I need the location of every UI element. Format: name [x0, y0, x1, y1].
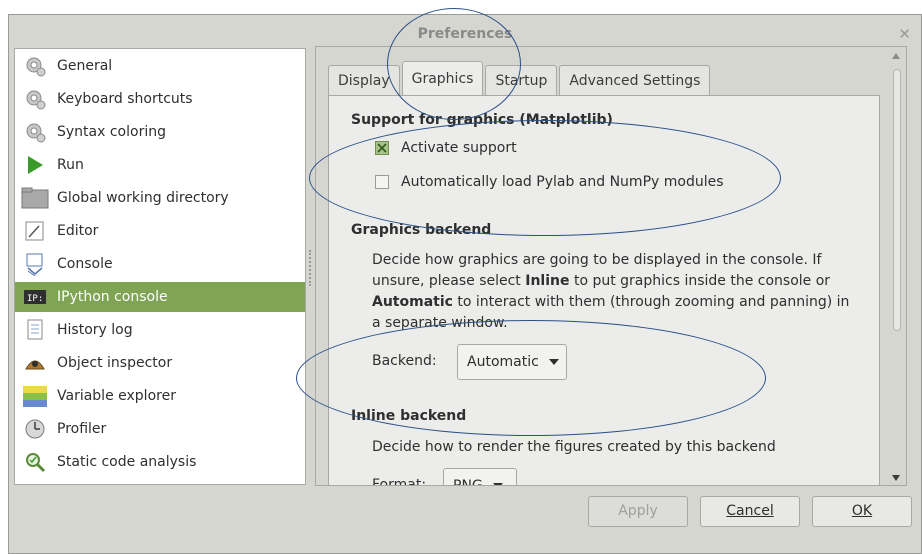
autoload-label: Automatically load Pylab and NumPy modul…	[401, 174, 724, 190]
ipython-icon: IP:	[21, 285, 49, 309]
gear-icon	[21, 54, 49, 78]
backend-desc-automatic: Automatic	[372, 294, 453, 310]
tab-bar: Display Graphics Startup Advanced Settin…	[328, 61, 712, 95]
sidebar-item-keyboard-shortcuts[interactable]: Keyboard shortcuts	[15, 84, 305, 114]
scroll-thumb[interactable]	[893, 69, 901, 331]
gear-icon	[21, 87, 49, 111]
ok-button-label: OK	[851, 503, 873, 519]
backend-heading: Graphics backend	[351, 222, 492, 238]
sidebar-item-label: History log	[57, 322, 133, 338]
sidebar-item-label: Keyboard shortcuts	[57, 91, 193, 107]
sidebar-item-ipython-console[interactable]: IP: IPython console	[15, 282, 305, 312]
format-select-value: PNG	[453, 478, 483, 486]
activate-support-checkbox[interactable]	[375, 141, 389, 155]
format-select[interactable]: PNG	[443, 468, 517, 486]
tab-advanced-settings[interactable]: Advanced Settings	[559, 65, 711, 95]
backend-description: Decide how graphics are going to be disp…	[372, 250, 862, 334]
tab-display[interactable]: Display	[328, 65, 400, 95]
sidebar-item-label: Static code analysis	[57, 454, 197, 470]
sidebar-item-profiler[interactable]: Profiler	[15, 414, 305, 444]
backend-desc-part: to put graphics inside the console or	[569, 273, 831, 289]
tab-graphics[interactable]: Graphics	[401, 61, 484, 95]
preferences-sidebar: General Keyboard shortcuts Syntax colori…	[14, 48, 306, 485]
sidebar-item-label: Variable explorer	[57, 388, 176, 404]
activate-support-label: Activate support	[401, 140, 517, 156]
backend-select-value: Automatic	[467, 354, 539, 370]
sidebar-item-label: Profiler	[57, 421, 107, 437]
play-icon	[21, 153, 49, 177]
history-icon	[21, 318, 49, 342]
sidebar-item-object-inspector[interactable]: Object inspector	[15, 348, 305, 378]
cancel-button-label: Cancel	[726, 503, 774, 519]
gear-icon	[21, 120, 49, 144]
ok-button[interactable]: OK	[812, 496, 912, 527]
sidebar-item-label: Run	[57, 157, 84, 173]
analysis-icon	[21, 450, 49, 474]
scroll-up-icon[interactable]	[892, 53, 900, 59]
sidebar-item-history-log[interactable]: History log	[15, 315, 305, 345]
sidebar-item-global-working-directory[interactable]: Global working directory	[15, 183, 305, 213]
sidebar-item-label: Console	[57, 256, 113, 272]
scroll-down-icon[interactable]	[892, 475, 900, 481]
apply-button[interactable]: Apply	[588, 496, 688, 527]
sidebar-item-general[interactable]: General	[15, 51, 305, 81]
chevron-down-icon	[548, 359, 559, 365]
sidebar-item-editor[interactable]: Editor	[15, 216, 305, 246]
preferences-content: Display Graphics Startup Advanced Settin…	[315, 46, 907, 486]
autoload-checkbox[interactable]	[375, 175, 389, 189]
sidebar-item-label: IPython console	[57, 289, 168, 305]
editor-icon	[21, 219, 49, 243]
sidebar-item-label: Syntax coloring	[57, 124, 166, 140]
svg-text:IP:: IP:	[27, 294, 43, 304]
tab-startup[interactable]: Startup	[485, 65, 558, 95]
format-label: Format:	[372, 477, 427, 486]
folder-icon	[21, 186, 49, 210]
inline-heading: Inline backend	[351, 408, 467, 424]
profiler-icon	[21, 417, 49, 441]
sidebar-item-static-code-analysis[interactable]: Static code analysis	[15, 447, 305, 477]
sidebar-item-run[interactable]: Run	[15, 150, 305, 180]
content-scrollbar[interactable]	[890, 51, 904, 483]
splitter-handle[interactable]	[309, 250, 314, 286]
graphics-tab-page: Support for graphics (Matplotlib) Activa…	[328, 95, 880, 486]
backend-desc-inline: Inline	[525, 273, 570, 289]
sidebar-item-label: Global working directory	[57, 190, 229, 206]
activate-support-row[interactable]: Activate support	[375, 140, 517, 156]
sidebar-item-syntax-coloring[interactable]: Syntax coloring	[15, 117, 305, 147]
support-heading: Support for graphics (Matplotlib)	[351, 112, 613, 128]
backend-label: Backend:	[372, 353, 437, 369]
sidebar-item-label: Editor	[57, 223, 99, 239]
cancel-button[interactable]: Cancel	[700, 496, 800, 527]
chevron-down-icon	[492, 483, 503, 485]
sidebar-item-label: Object inspector	[57, 355, 173, 371]
autoload-row[interactable]: Automatically load Pylab and NumPy modul…	[375, 174, 724, 190]
sidebar-item-label: General	[57, 58, 113, 74]
sidebar-item-console[interactable]: Console	[15, 249, 305, 279]
variables-icon	[21, 384, 49, 408]
backend-select[interactable]: Automatic	[457, 344, 567, 380]
inspector-icon	[21, 351, 49, 375]
console-icon	[21, 252, 49, 276]
inline-description: Decide how to render the figures created…	[372, 439, 776, 455]
sidebar-item-variable-explorer[interactable]: Variable explorer	[15, 381, 305, 411]
